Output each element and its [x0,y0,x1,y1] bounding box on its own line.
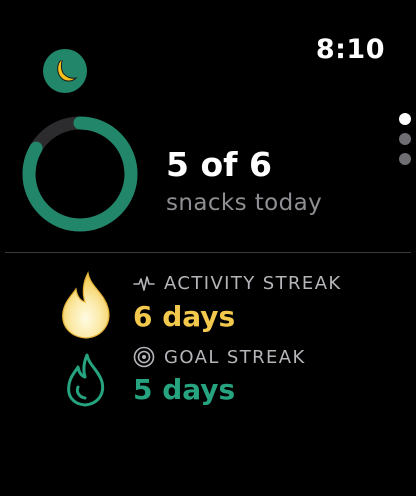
activity-streak-title: ACTIVITY STREAK [164,273,342,294]
snack-caption: snacks today [166,190,323,216]
section-divider [5,252,411,253]
status-time: 8:10 [315,34,385,65]
target-icon [133,346,155,368]
goal-streak-label: GOAL STREAK [133,346,306,368]
activity-streak-label: ACTIVITY STREAK [133,273,342,294]
banana-app-icon[interactable] [43,49,87,93]
goal-streak-value: 5 days [133,373,236,406]
snack-progress-ring [22,116,138,232]
goal-streak-title: GOAL STREAK [164,346,306,368]
activity-streak-value: 6 days [133,300,236,333]
flame-outline-icon [67,353,105,407]
page-dot [399,153,411,165]
snack-count: 5 of 6 [166,145,272,184]
page-dot [399,113,411,125]
activity-pulse-icon [133,275,155,291]
banana-icon [57,60,78,82]
page-indicator[interactable] [399,113,411,165]
flame-filled-icon [62,271,110,339]
page-dot [399,133,411,145]
